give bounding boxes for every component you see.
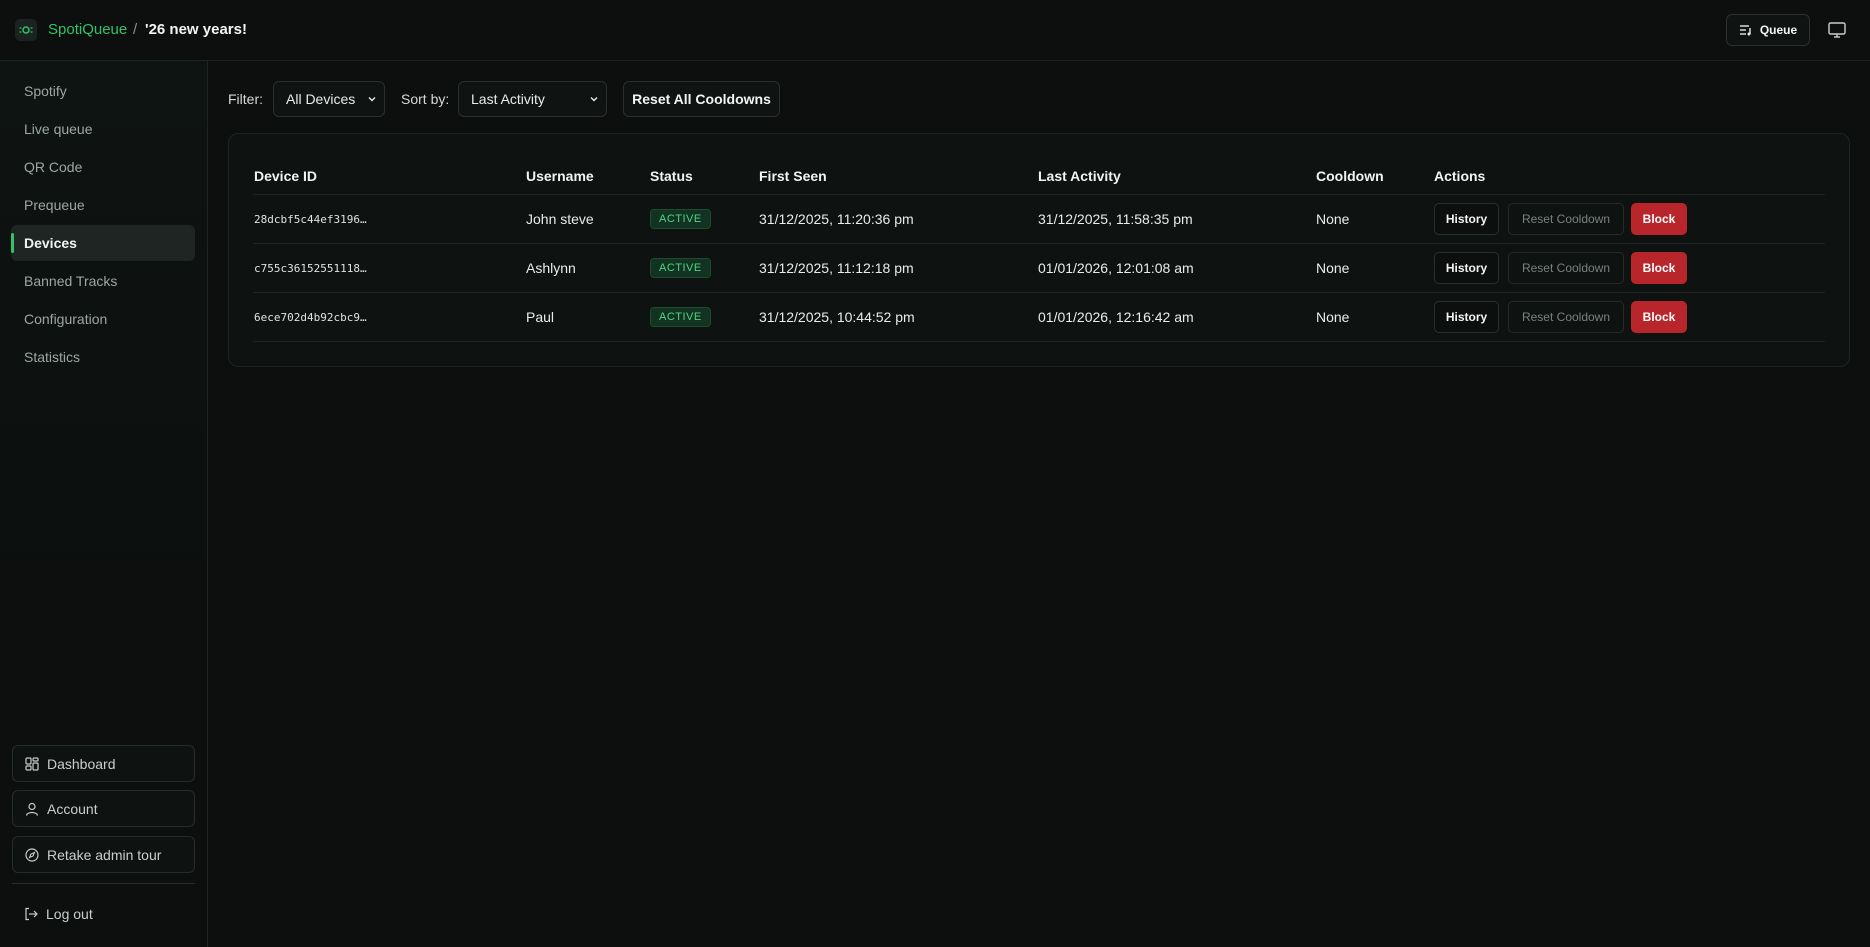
sidebar-item-devices[interactable]: Devices [11, 225, 195, 261]
dashboard-button[interactable]: Dashboard [12, 745, 195, 782]
sidebar-item-banned-tracks[interactable]: Banned Tracks [11, 263, 195, 299]
dashboard-grid-icon [25, 756, 39, 771]
column-header-device-id: Device ID [254, 168, 318, 184]
table-divider [253, 341, 1825, 342]
sort-select[interactable]: Last Activity [458, 81, 607, 117]
username: Paul [526, 309, 555, 325]
reset-cooldown-button[interactable]: Reset Cooldown [1508, 203, 1624, 235]
queue-button-label: Queue [1759, 23, 1798, 37]
cooldown: None [1316, 260, 1350, 276]
status-badge: ACTIVE [650, 258, 711, 278]
retake-tour-label: Retake admin tour [47, 846, 162, 863]
top-bar: SpotiQueue / '26 new years! Queue [0, 0, 1870, 61]
status-badge: ACTIVE [650, 307, 711, 327]
block-button[interactable]: Block [1631, 252, 1687, 284]
account-button[interactable]: Account [12, 790, 195, 827]
table-divider [253, 292, 1825, 293]
reset-cooldown-button[interactable]: Reset Cooldown [1508, 301, 1624, 333]
column-header-first-seen: First Seen [759, 168, 827, 184]
chevron-down-icon [590, 97, 598, 102]
retake-tour-button[interactable]: Retake admin tour [12, 836, 195, 873]
block-button[interactable]: Block [1631, 203, 1687, 235]
session-name: '26 new years! [145, 21, 247, 38]
sidebar-item-statistics[interactable]: Statistics [11, 339, 195, 375]
cooldown: None [1316, 211, 1350, 227]
logout-button[interactable]: Log out [24, 906, 93, 922]
column-header-username: Username [526, 168, 594, 184]
device-id: c755c36152551118… [254, 262, 367, 275]
history-button[interactable]: History [1434, 301, 1499, 333]
sidebar-item-spotify[interactable]: Spotify [11, 73, 195, 109]
logout-icon [25, 907, 38, 921]
table-divider [253, 194, 1825, 195]
first-seen: 31/12/2025, 10:44:52 pm [759, 309, 915, 325]
account-label: Account [47, 800, 98, 817]
logout-label: Log out [46, 906, 93, 922]
brand-name[interactable]: SpotiQueue [48, 21, 127, 38]
reset-cooldown-button[interactable]: Reset Cooldown [1508, 252, 1624, 284]
history-button[interactable]: History [1434, 252, 1499, 284]
filter-label: Filter: [228, 91, 263, 107]
last-activity: 31/12/2025, 11:58:35 pm [1038, 211, 1193, 227]
sidebar: Spotify Live queue QR Code Prequeue Devi… [0, 61, 208, 947]
column-header-actions: Actions [1434, 168, 1486, 184]
column-header-last-activity: Last Activity [1038, 168, 1121, 184]
filter-select[interactable]: All Devices [273, 81, 385, 117]
table-divider [253, 243, 1825, 244]
device-id: 6ece702d4b92cbc9… [254, 311, 367, 324]
sidebar-divider [12, 883, 195, 884]
last-activity: 01/01/2026, 12:01:08 am [1038, 260, 1194, 276]
filter-select-value: All Devices [286, 91, 356, 107]
queue-list-icon [1739, 25, 1751, 36]
history-button[interactable]: History [1434, 203, 1499, 235]
first-seen: 31/12/2025, 11:20:36 pm [759, 211, 914, 227]
cooldown: None [1316, 309, 1350, 325]
sort-select-value: Last Activity [471, 91, 545, 107]
breadcrumb-separator: / [133, 21, 138, 38]
username: John steve [526, 211, 594, 227]
block-button[interactable]: Block [1631, 301, 1687, 333]
column-header-status: Status [650, 168, 693, 184]
status-badge: ACTIVE [650, 209, 711, 229]
username: Ashlynn [526, 260, 576, 276]
queue-button[interactable]: Queue [1726, 14, 1810, 46]
sidebar-item-configuration[interactable]: Configuration [11, 301, 195, 337]
device-id: 28dcbf5c44ef3196… [254, 213, 367, 226]
reset-all-cooldowns-button[interactable]: Reset All Cooldowns [623, 81, 780, 117]
dashboard-label: Dashboard [47, 755, 116, 772]
sidebar-item-qr-code[interactable]: QR Code [11, 149, 195, 185]
last-activity: 01/01/2026, 12:16:42 am [1038, 309, 1194, 325]
monitor-icon[interactable] [1826, 19, 1848, 41]
spotiqueue-logo-icon[interactable] [15, 19, 37, 41]
sidebar-item-prequeue[interactable]: Prequeue [11, 187, 195, 223]
chevron-down-icon [368, 97, 376, 102]
sort-label: Sort by: [401, 91, 450, 107]
column-header-cooldown: Cooldown [1316, 168, 1384, 184]
compass-icon [25, 847, 39, 862]
user-icon [25, 802, 39, 816]
first-seen: 31/12/2025, 11:12:18 pm [759, 260, 914, 276]
sidebar-item-live-queue[interactable]: Live queue [11, 111, 195, 147]
